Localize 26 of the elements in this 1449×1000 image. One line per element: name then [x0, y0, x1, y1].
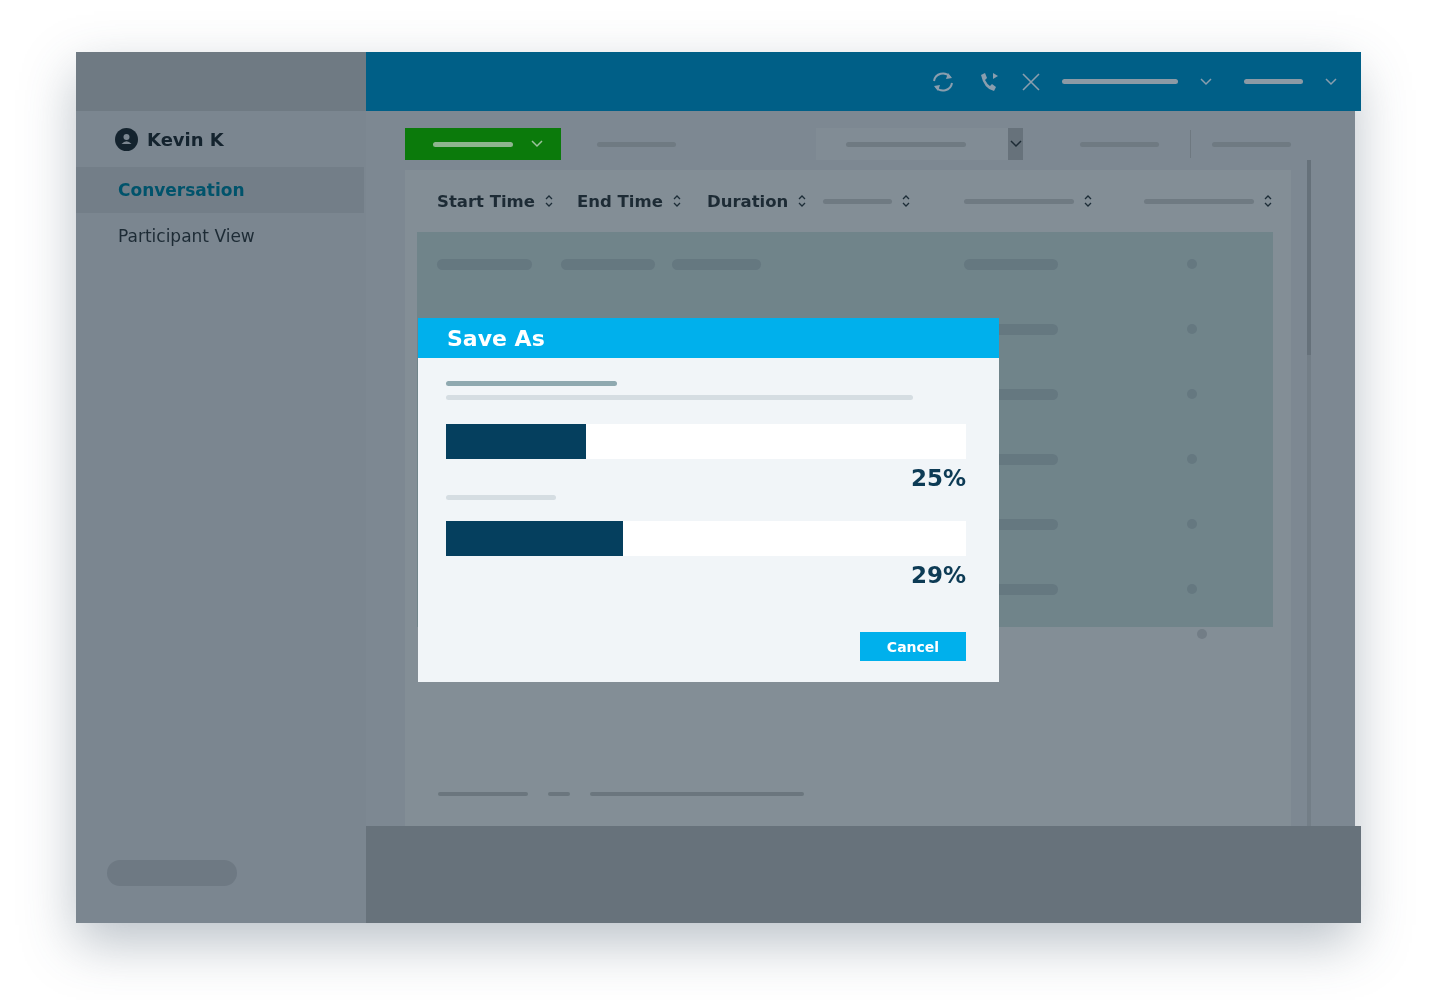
close-icon[interactable] [1022, 72, 1040, 91]
sort-icon[interactable] [1084, 194, 1092, 208]
sort-icon[interactable] [798, 194, 807, 208]
placeholder-line [1244, 79, 1303, 84]
sort-icon[interactable] [1264, 194, 1272, 208]
sort-icon[interactable] [544, 194, 553, 208]
progress-percent: 29% [910, 562, 966, 588]
user-avatar-icon [115, 128, 138, 151]
progress-percent: 25% [910, 465, 966, 491]
chevron-icon[interactable] [531, 140, 543, 148]
dropdown-button[interactable] [405, 128, 561, 160]
phone-icon[interactable] [978, 70, 1000, 93]
column-header[interactable]: End Time [577, 191, 663, 211]
sort-icon[interactable] [672, 194, 681, 208]
cancel-button[interactable]: Cancel [860, 632, 966, 661]
sort-icon[interactable] [902, 194, 910, 208]
refresh-icon[interactable] [930, 70, 956, 93]
column-header[interactable]: Duration [707, 191, 789, 211]
column-header[interactable]: Start Time [437, 191, 535, 211]
dialog-title: Save As [447, 325, 545, 351]
chevron-icon[interactable] [1009, 140, 1022, 148]
sidebar-item[interactable]: Participant View [76, 213, 366, 259]
dropdown-field[interactable] [816, 128, 1023, 160]
chevron-icon[interactable] [1200, 77, 1212, 86]
chevron-icon[interactable] [1325, 77, 1337, 86]
user-name: Kevin K [147, 129, 224, 150]
